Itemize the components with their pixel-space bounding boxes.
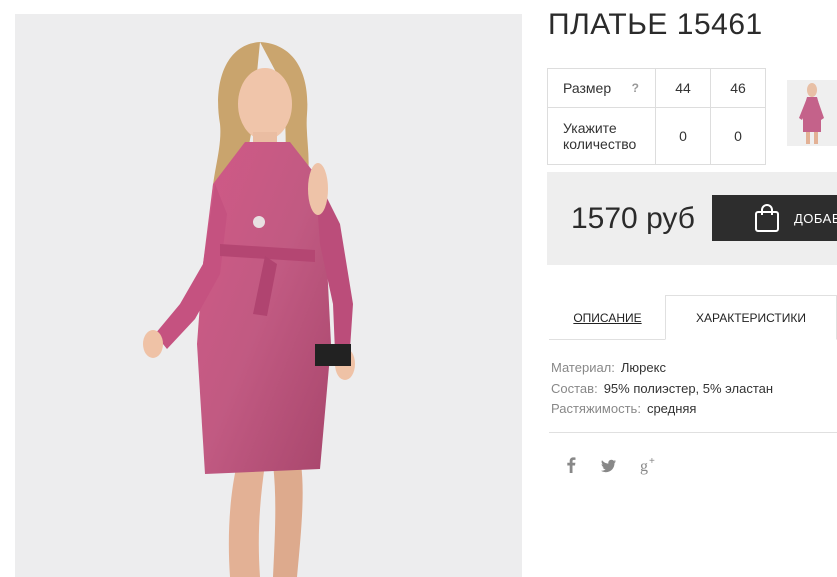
spec-key-stretch: Растяжимость: — [551, 401, 641, 416]
quantity-input-46[interactable]: 0 — [710, 107, 766, 165]
social-share: g + — [563, 455, 655, 475]
google-plus-icon[interactable]: g + — [639, 455, 655, 475]
size-label: Размер — [563, 80, 612, 96]
size-label-cell: Размер ? — [547, 68, 656, 108]
spec-value-material: Люрекс — [620, 360, 666, 375]
tab-characteristics-label: ХАРАКТЕРИСТИКИ — [695, 310, 806, 325]
spec-row: Растяжимость: средняя — [551, 399, 773, 420]
product-price: 1570 руб — [571, 202, 695, 235]
tab-description-label: ОПИСАНИЕ — [573, 310, 642, 325]
price-box: 1570 руб ДОБАВ — [547, 172, 837, 265]
divider — [549, 432, 837, 433]
size-option-44: 44 — [655, 68, 711, 108]
size-option-46: 46 — [710, 68, 766, 108]
spec-row: Состав: 95% полиэстер, 5% эластан — [551, 379, 773, 400]
quantity-label-line2: количество — [563, 136, 637, 152]
spec-value-stretch: средняя — [646, 401, 697, 416]
tab-characteristics[interactable]: ХАРАКТЕРИСТИКИ — [665, 295, 837, 340]
specs-list: Материал: Люрекс Состав: 95% полиэстер, 5%… — [551, 358, 773, 420]
quantity-input-44[interactable]: 0 — [655, 107, 711, 165]
spec-row: Материал: Люрекс — [551, 358, 773, 379]
size-table: Размер ? 44 46 Укажите количество 0 0 — [547, 68, 766, 165]
product-photo[interactable] — [15, 14, 522, 577]
add-to-cart-button[interactable]: ДОБАВ — [712, 195, 837, 241]
shopping-bag-icon — [755, 204, 779, 232]
facebook-icon[interactable] — [563, 455, 579, 475]
size-help-icon[interactable]: ? — [632, 81, 639, 95]
spec-value-composition: 95% полиэстер, 5% эластан — [603, 380, 774, 396]
spec-key-composition: Состав: — [551, 380, 598, 396]
twitter-icon[interactable] — [601, 455, 617, 475]
svg-text:g: g — [640, 458, 648, 475]
spec-key-material: Материал: — [551, 360, 615, 375]
add-to-cart-label: ДОБАВ — [794, 210, 837, 226]
product-title: ПЛАТЬЕ 15461 — [548, 8, 763, 41]
svg-text:+: + — [649, 456, 655, 467]
tab-description[interactable]: ОПИСАНИЕ — [549, 295, 666, 340]
product-tabs: ОПИСАНИЕ ХАРАКТЕРИСТИКИ — [549, 295, 837, 340]
quantity-label-cell: Укажите количество — [547, 107, 656, 165]
quantity-label-line1: Укажите — [563, 120, 617, 136]
product-thumbnail[interactable] — [787, 80, 837, 146]
